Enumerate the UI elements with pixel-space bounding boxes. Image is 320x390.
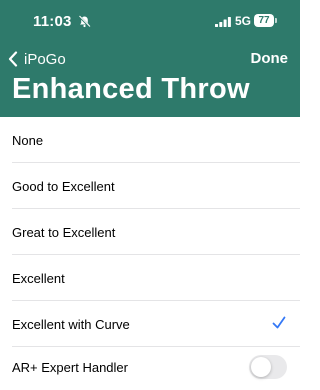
option-label: Excellent with Curve [12, 316, 130, 332]
signal-icon [215, 17, 231, 27]
option-none[interactable]: None [0, 117, 300, 163]
battery-icon: 77 [254, 14, 274, 27]
ar-expert-handler-toggle[interactable] [249, 355, 287, 379]
option-excellent-with-curve[interactable]: Excellent with Curve [0, 301, 300, 347]
status-bar: 11:03 5G 77 [0, 0, 300, 44]
back-button[interactable]: iPoGo [8, 48, 66, 70]
ar-expert-handler-row: AR+ Expert Handler [0, 347, 300, 387]
option-label: Great to Excellent [12, 224, 116, 240]
back-label: iPoGo [24, 50, 66, 68]
toggle-knob [251, 357, 271, 377]
header: 11:03 5G 77 iPoGo Done Enhanced Throw [0, 0, 300, 117]
option-good-to-excellent[interactable]: Good to Excellent [0, 163, 300, 209]
option-great-to-excellent[interactable]: Great to Excellent [0, 209, 300, 255]
bell-muted-icon [78, 15, 91, 28]
checkmark-icon [272, 316, 286, 329]
nav-bar: iPoGo Done [0, 48, 300, 70]
page-title: Enhanced Throw [12, 73, 250, 105]
status-time: 11:03 [33, 13, 72, 30]
battery-tip [275, 18, 277, 23]
done-button[interactable]: Done [251, 50, 289, 67]
option-label: Good to Excellent [12, 178, 115, 194]
chevron-left-icon [8, 51, 18, 67]
option-excellent[interactable]: Excellent [0, 255, 300, 301]
option-label: Excellent [12, 270, 65, 286]
network-label: 5G [235, 14, 252, 28]
options-list: None Good to Excellent Great to Excellen… [0, 117, 300, 387]
option-label: None [12, 132, 44, 148]
toggle-label: AR+ Expert Handler [12, 359, 128, 375]
